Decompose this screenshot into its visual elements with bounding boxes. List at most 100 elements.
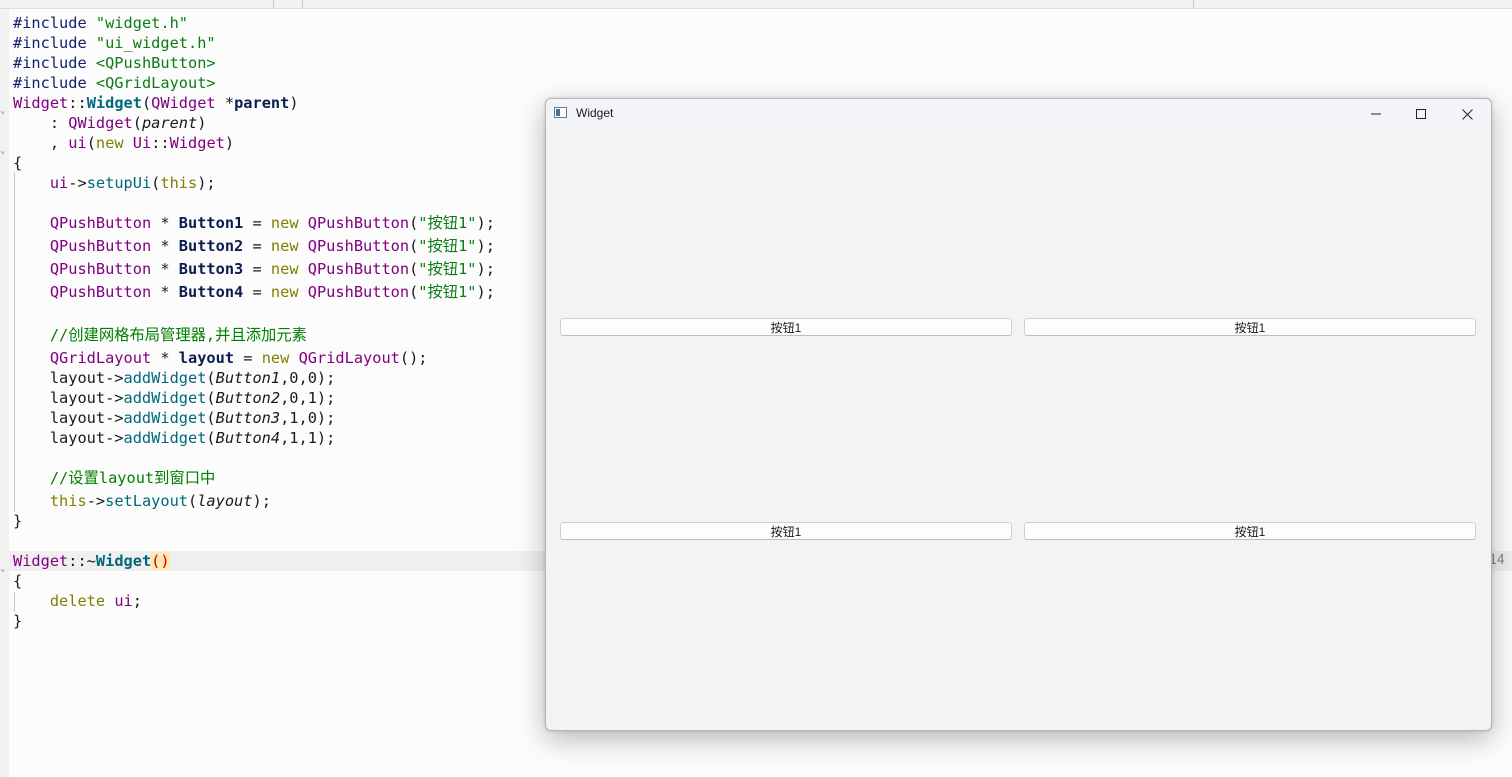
minimize-icon (1371, 113, 1381, 115)
code-line[interactable]: { (13, 153, 22, 173)
fold-arrow-icon[interactable]: ⌄ (0, 146, 5, 156)
code-token: Widget (95, 552, 152, 570)
code-token: Widget (13, 552, 69, 570)
code-token: QPushButton (49, 260, 152, 278)
code-token: , (13, 134, 69, 152)
code-token: Button1 (215, 369, 281, 387)
code-line[interactable]: QPushButton * Button4 = new QPushButton(… (13, 282, 495, 302)
code-token: QPushButton (307, 214, 410, 232)
code-line[interactable]: Widget::~Widget() (13, 551, 170, 571)
code-token: ( (206, 389, 216, 407)
code-token: "widget.h" (95, 14, 188, 32)
code-line[interactable]: QPushButton * Button1 = new QPushButton(… (13, 213, 495, 233)
code-token: { (13, 572, 23, 590)
push-button-4[interactable]: 按钮1 (1024, 522, 1476, 540)
code-token: * (215, 94, 235, 112)
code-token: * (151, 237, 179, 255)
code-line[interactable]: layout->addWidget(Button3,1,0); (13, 408, 336, 428)
code-line[interactable]: layout->addWidget(Button2,0,1); (13, 388, 336, 408)
code-token: new (270, 214, 299, 232)
code-token: -> (86, 492, 106, 510)
code-token: layout (197, 492, 253, 510)
fold-arrow-icon[interactable]: ⌄ (0, 106, 5, 116)
code-line[interactable]: } (13, 611, 22, 631)
code-line[interactable]: ui->setupUi(this); (13, 173, 216, 193)
code-token: * (151, 260, 179, 278)
code-token: layout (178, 349, 235, 367)
push-button-3[interactable]: 按钮1 (560, 522, 1012, 540)
fold-arrow-icon[interactable]: ⌄ (0, 564, 5, 574)
code-token: :: (151, 134, 170, 152)
code-token: = (243, 283, 271, 301)
minimize-button[interactable] (1353, 99, 1399, 129)
code-token: = (243, 237, 271, 255)
code-line[interactable]: { (13, 571, 22, 591)
maximize-button[interactable] (1398, 99, 1444, 129)
code-token: QGridLayout (298, 349, 400, 367)
editor-tab-strip[interactable] (0, 0, 1512, 9)
code-token: new (95, 134, 124, 152)
code-line[interactable]: this->setLayout(layout); (13, 491, 271, 511)
code-token: addWidget (123, 389, 207, 407)
code-token: parent (234, 94, 290, 112)
code-token: //创建网格布局管理器,并且添加元素 (49, 326, 307, 344)
code-token: } (13, 512, 23, 530)
code-token: addWidget (123, 429, 207, 447)
code-line[interactable]: layout->addWidget(Button1,0,0); (13, 368, 336, 388)
code-token: addWidget (123, 409, 207, 427)
code-line[interactable]: #include "widget.h" (13, 13, 188, 33)
code-token: this (160, 174, 198, 192)
code-line[interactable]: //创建网格布局管理器,并且添加元素 (13, 325, 307, 345)
code-token: Widget (86, 94, 142, 112)
code-line[interactable]: , ui(new Ui::Widget) (13, 133, 234, 153)
code-line[interactable]: #include <QGridLayout> (13, 73, 216, 93)
code-token: ::~ (68, 552, 96, 570)
window-titlebar[interactable]: Widget (546, 99, 1491, 129)
code-line[interactable]: Widget::Widget(QWidget *parent) (13, 93, 299, 113)
widget-window[interactable]: Widget 按钮1 按钮1 按钮1 按钮1 (545, 98, 1492, 731)
code-line[interactable]: : QWidget(parent) (13, 113, 207, 133)
code-token: layout-> (13, 389, 124, 407)
code-token: (); (399, 349, 428, 367)
window-app-icon (554, 107, 567, 118)
code-line[interactable]: #include "ui_widget.h" (13, 33, 216, 53)
push-button-1[interactable]: 按钮1 (560, 318, 1012, 336)
code-token: #include (13, 34, 96, 52)
close-button[interactable] (1444, 99, 1490, 129)
code-token: Widget (169, 134, 225, 152)
code-token: = (243, 214, 271, 232)
code-line[interactable]: QPushButton * Button3 = new QPushButton(… (13, 259, 495, 279)
code-token: ); (476, 283, 495, 301)
code-token: QPushButton (307, 260, 410, 278)
code-line[interactable]: //设置layout到窗口中 (13, 468, 215, 488)
code-line[interactable]: QGridLayout * layout = new QGridLayout()… (13, 348, 428, 368)
code-token: new (270, 260, 299, 278)
editor-gutter[interactable]: ⌄ ⌄ ⌄ (0, 9, 9, 777)
code-token: ( (409, 237, 419, 255)
code-token: ,1,0); (280, 409, 336, 427)
code-line[interactable]: layout->addWidget(Button4,1,1); (13, 428, 336, 448)
tab-separator (302, 0, 303, 8)
code-token: QGridLayout (49, 349, 152, 367)
code-token: ,0,0); (280, 369, 336, 387)
code-token: "按钮1" (418, 283, 477, 301)
code-line[interactable]: delete ui; (13, 591, 142, 611)
code-token: QPushButton (49, 237, 152, 255)
code-token: ( (206, 429, 216, 447)
code-token: ( (188, 492, 198, 510)
code-line[interactable]: QPushButton * Button2 = new QPushButton(… (13, 236, 495, 256)
code-line[interactable]: #include <QPushButton> (13, 53, 216, 73)
push-button-2[interactable]: 按钮1 (1024, 318, 1476, 336)
code-token: ; (132, 592, 142, 610)
code-line[interactable]: } (13, 511, 22, 531)
